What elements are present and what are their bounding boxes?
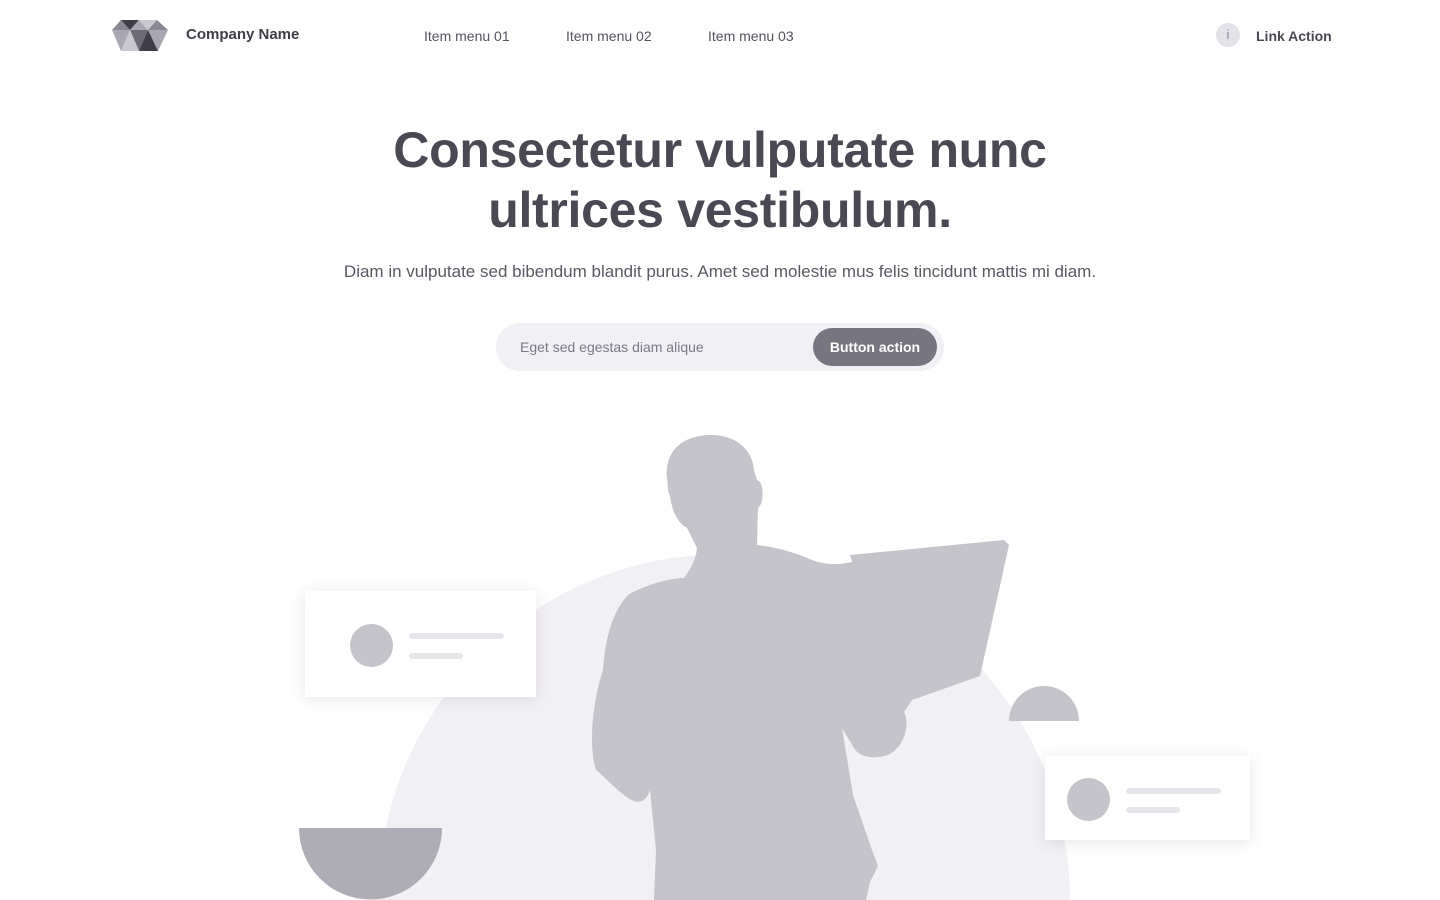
avatar	[350, 624, 393, 667]
text-placeholder-line	[1126, 807, 1180, 813]
profile-card-left	[305, 591, 536, 697]
avatar	[1067, 778, 1110, 821]
small-half-circle	[1009, 686, 1079, 721]
landing-page: Company Name Item menu 01 Item menu 02 I…	[0, 0, 1440, 900]
profile-card-right	[1045, 756, 1250, 840]
hero-illustration	[0, 0, 1440, 900]
text-placeholder-line	[409, 633, 504, 639]
text-placeholder-line	[409, 653, 463, 659]
text-placeholder-line	[1126, 788, 1221, 794]
